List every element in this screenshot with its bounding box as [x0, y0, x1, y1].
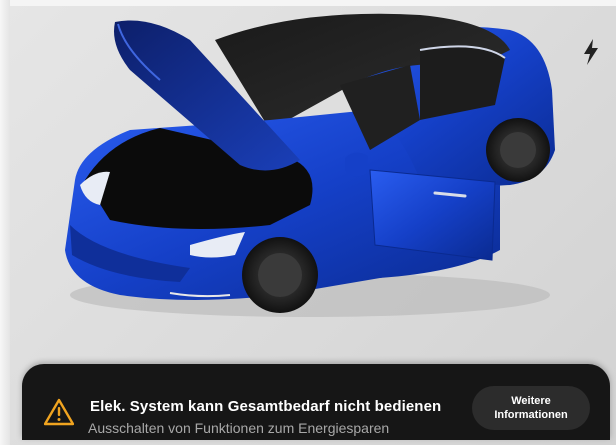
- power-warning-alert: Elek. System kann Gesamtbedarf nicht bed…: [22, 364, 610, 440]
- front-door-open[interactable]: [369, 169, 496, 261]
- rear-wheel-hub: [500, 132, 536, 168]
- more-info-label-line1: Weitere: [511, 395, 551, 407]
- screen-bezel-left: [0, 0, 10, 445]
- vehicle-3d-view[interactable]: [40, 10, 560, 330]
- lightning-bolt-icon: [584, 39, 598, 65]
- more-information-button[interactable]: Weitere Informationen: [472, 386, 590, 430]
- alert-title: Elek. System kann Gesamtbedarf nicht bed…: [90, 398, 442, 415]
- screen-bezel-top: [0, 0, 616, 6]
- tesla-screen: Elek. System kann Gesamtbedarf nicht bed…: [0, 0, 616, 445]
- alert-subtitle: Ausschalten von Funktionen zum Energiesp…: [88, 420, 390, 436]
- warning-triangle-icon: [44, 398, 74, 426]
- more-info-label-line2: Informationen: [494, 409, 568, 421]
- front-wheel-hub: [258, 253, 302, 297]
- side-mirror: [345, 152, 368, 177]
